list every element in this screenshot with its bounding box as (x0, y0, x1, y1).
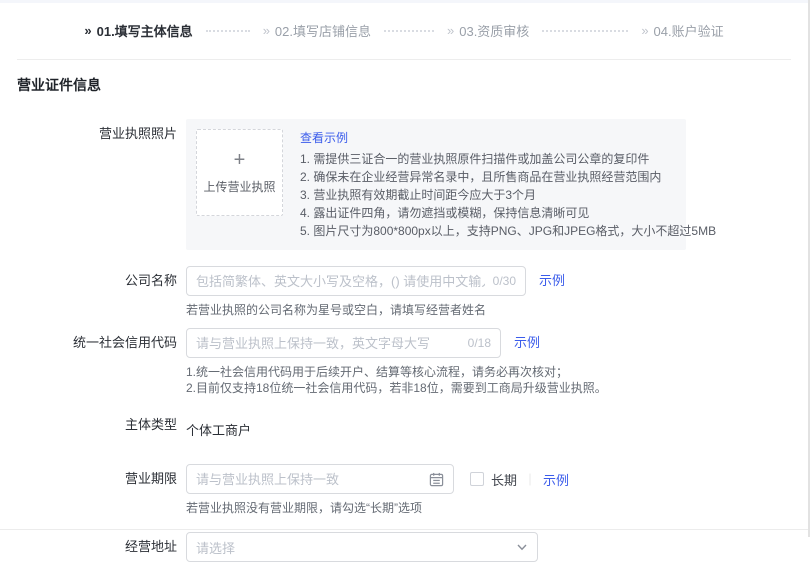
company-name-help: 若营业执照的公司名称为星号或空白，请填写经营者姓名 (186, 303, 565, 318)
business-term-row: 营业期限 (17, 464, 808, 516)
license-tip: 2. 确保未在企业经营异常名录中，且所售商品在营业执照经营范围内 (300, 168, 716, 186)
business-term-help: 若营业执照没有营业期限，请勾选“长期”选项 (186, 501, 569, 516)
step-label: 03.资质审核 (459, 21, 529, 40)
license-tips: 查看示例 1. 需提供三证合一的营业执照原件扫描件或加盖公司公章的复印件 2. … (300, 129, 716, 240)
step-dotted-separator (542, 30, 628, 32)
step-dotted-separator (384, 30, 434, 32)
credit-code-example-link[interactable]: 示例 (514, 328, 540, 358)
company-name-input-wrap: 0/30 (186, 266, 526, 296)
credit-code-row: 统一社会信用代码 0/18 示例 1.统一社会信用代码用于后续开户、结算等核心流… (17, 328, 808, 396)
business-address-placeholder: 请选择 (196, 538, 235, 557)
step-dotted-separator (206, 30, 250, 32)
step-qualification-review: » 03.资质审核 (447, 21, 529, 40)
step-label: 04.账户验证 (654, 21, 724, 40)
company-name-row: 公司名称 0/30 示例 若营业执照的公司名称为星号或空白，请填写经营者姓名 (17, 266, 808, 318)
long-term-checkbox[interactable] (470, 472, 484, 486)
business-term-date-input[interactable] (196, 472, 429, 487)
credit-code-help-line: 2.目前仅支持18位统一社会信用代码，若非18位，需要到工商局升级营业执照。 (186, 381, 607, 396)
business-license-form: 营业执照照片 + 上传营业执照 查看示例 1. 需提供三证合一的营业执照原件扫描… (0, 119, 808, 562)
credit-code-label: 统一社会信用代码 (17, 328, 177, 396)
entity-type-row: 主体类型 个体工商户 (17, 416, 808, 446)
upload-license-text: 上传营业执照 (203, 178, 275, 195)
license-tip: 1. 需提供三证合一的营业执照原件扫描件或加盖公司公章的复印件 (300, 150, 716, 168)
long-term-checkbox-group: 长期 ｜ 示例 (470, 470, 569, 489)
entity-type-label: 主体类型 (17, 416, 177, 446)
credit-code-help: 1.统一社会信用代码用于后续开户、结算等核心流程，请务必再次核对； 2.目前仅支… (186, 365, 607, 396)
license-photo-row: 营业执照照片 + 上传营业执照 查看示例 1. 需提供三证合一的营业执照原件扫描… (17, 119, 808, 250)
step-marker-icon: » (84, 23, 91, 38)
chevron-down-icon (516, 541, 528, 553)
business-term-label: 营业期限 (17, 464, 177, 516)
step-progress-bar: » 01.填写主体信息 » 02.填写店铺信息 » 03.资质审核 » 04.账… (0, 3, 808, 59)
section-title: 营业证件信息 (0, 60, 808, 103)
credit-code-input[interactable] (196, 336, 460, 351)
license-photo-panel: + 上传营业执照 查看示例 1. 需提供三证合一的营业执照原件扫描件或加盖公司公… (186, 119, 686, 250)
credit-code-input-wrap: 0/18 (186, 328, 501, 358)
step-marker-icon: » (263, 23, 270, 38)
credit-code-help-line: 1.统一社会信用代码用于后续开户、结算等核心流程，请务必再次核对； (186, 365, 607, 380)
license-tip: 5. 图片尺寸为800*800px以上，支持PNG、JPG和JPEG格式，大小不… (300, 222, 716, 240)
long-term-label: 长期 (491, 470, 517, 489)
step-fill-entity-info: » 01.填写主体信息 (84, 21, 192, 40)
company-name-input[interactable] (196, 274, 485, 289)
step-label: 01.填写主体信息 (97, 21, 193, 40)
vertical-separator: ｜ (524, 471, 536, 488)
business-term-input-wrap (186, 464, 454, 494)
step-label: 02.填写店铺信息 (275, 21, 371, 40)
upload-license-button[interactable]: + 上传营业执照 (196, 129, 283, 216)
license-tip: 4. 露出证件四角，请勿遮挡或模糊，保持信息清晰可见 (300, 204, 716, 222)
onboarding-page: » 01.填写主体信息 » 02.填写店铺信息 » 03.资质审核 » 04.账… (0, 0, 810, 537)
step-marker-icon: » (447, 23, 454, 38)
business-term-example-link[interactable]: 示例 (543, 470, 569, 489)
company-name-example-link[interactable]: 示例 (539, 266, 565, 296)
credit-code-counter: 0/18 (468, 336, 491, 350)
company-name-label: 公司名称 (17, 266, 177, 318)
company-name-counter: 0/30 (493, 274, 516, 288)
view-example-link[interactable]: 查看示例 (300, 129, 716, 147)
entity-type-value: 个体工商户 (186, 416, 251, 446)
license-tip: 3. 营业执照有效期截止时间距今应大于3个月 (300, 186, 716, 204)
step-marker-icon: » (641, 23, 648, 38)
license-photo-label: 营业执照照片 (17, 119, 177, 250)
calendar-icon[interactable] (429, 472, 444, 487)
step-fill-shop-info: » 02.填写店铺信息 (263, 21, 371, 40)
bottom-divider (0, 529, 808, 530)
step-account-verification: » 04.账户验证 (641, 21, 723, 40)
plus-icon: + (234, 150, 246, 170)
